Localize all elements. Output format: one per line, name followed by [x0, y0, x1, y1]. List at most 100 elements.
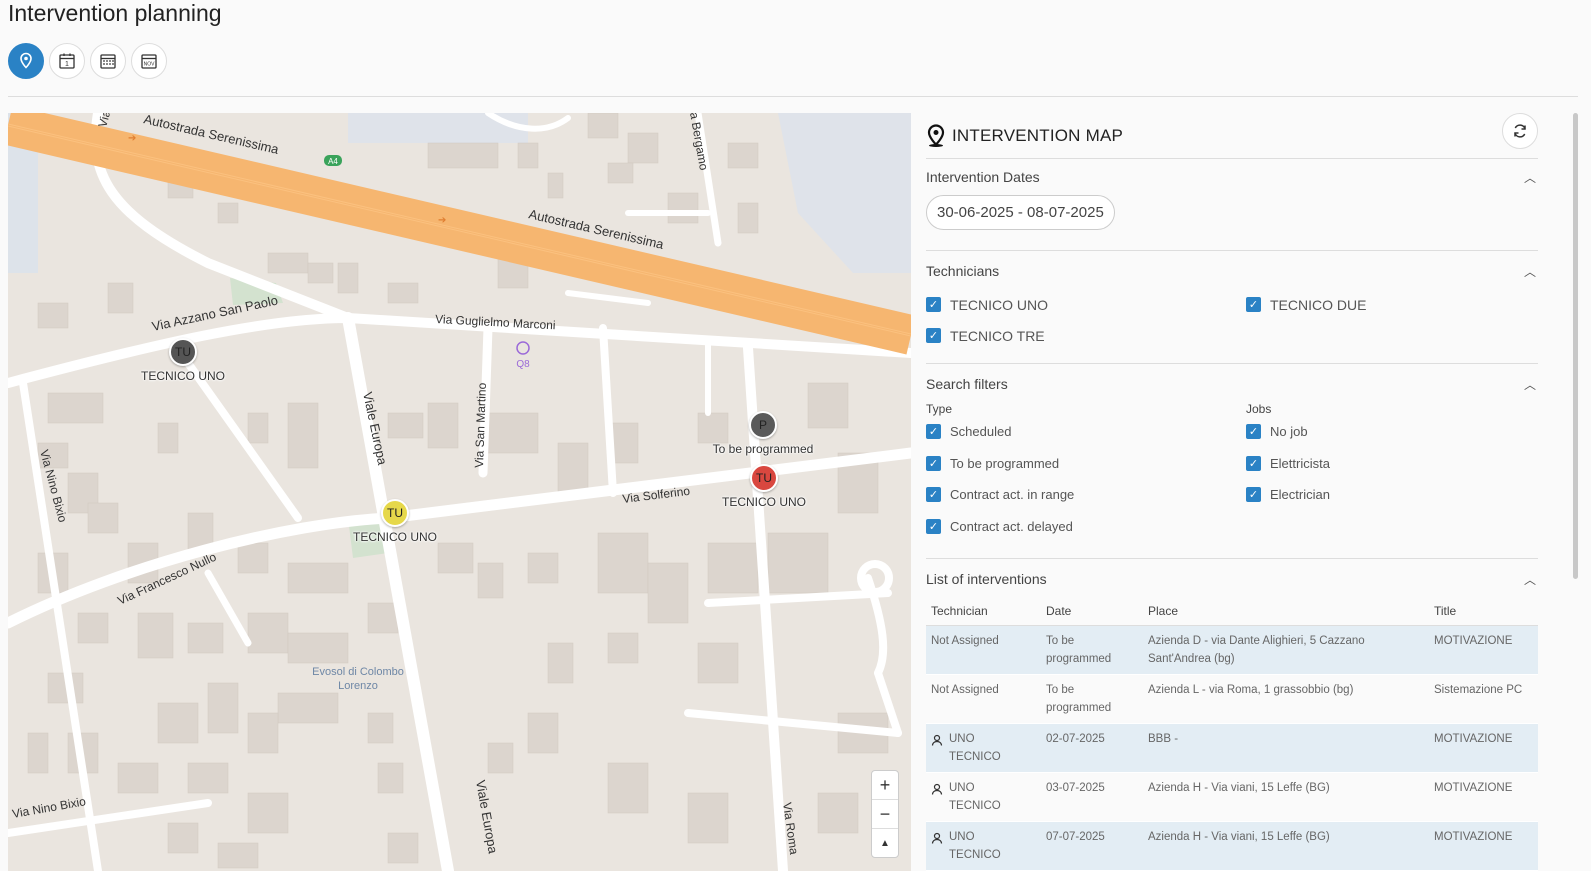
technician-checkbox[interactable]: ✓ TECNICO UNO — [926, 289, 1246, 320]
svg-text:Q8: Q8 — [516, 359, 530, 370]
chevron-up-icon: ︿ — [1523, 377, 1536, 392]
title-cell: Sistemazione PC — [1429, 674, 1538, 724]
refresh-icon — [1514, 124, 1526, 138]
check-icon: ✓ — [926, 297, 941, 312]
map-pin-icon — [20, 52, 32, 69]
dates-section: Intervention Dates ︿ 30-06-2025 - 08-07-… — [926, 159, 1538, 251]
street-label: Via Nino Bixio — [11, 794, 87, 821]
week-view-button[interactable] — [90, 43, 126, 79]
technician-checkbox[interactable]: ✓ TECNICO DUE — [1246, 289, 1536, 320]
intervention-panel: INTERVENTION MAP Intervention Dates ︿ 30… — [926, 113, 1538, 871]
technician-checkbox[interactable]: ✓ TECNICO TRE — [926, 320, 1246, 351]
section-title: List of interventions — [926, 571, 1047, 587]
table-row[interactable]: Not Assigned To be programmed Azienda D … — [926, 625, 1538, 675]
panel-header: INTERVENTION MAP — [926, 113, 1538, 159]
check-icon: ✓ — [1246, 297, 1261, 312]
calendar-month-icon — [100, 54, 116, 69]
place-cell: Azienda H - Via viani, 15 Leffe (BG) — [1143, 772, 1429, 822]
job-checkbox[interactable]: ✓ No job — [1246, 416, 1536, 448]
column-header[interactable]: Title — [1429, 597, 1538, 626]
date-cell: 03-07-2025 — [1041, 772, 1143, 822]
day-view-button[interactable]: 1 — [49, 43, 85, 79]
svg-text:1: 1 — [65, 61, 69, 68]
marker-label: To be programmed — [712, 442, 814, 456]
calendar-nov-icon: NOV — [141, 54, 157, 69]
type-checkbox[interactable]: ✓ To be programmed — [926, 448, 1246, 480]
panel-scrollbar[interactable] — [1573, 113, 1578, 579]
user-icon — [931, 832, 943, 844]
table-row[interactable]: UNO TECNICO 02-07-2025 BBB - MOTIVAZIONE — [926, 723, 1538, 773]
table-row[interactable]: Not Assigned To be programmed Azienda L … — [926, 674, 1538, 724]
column-header[interactable]: Date — [1041, 597, 1143, 626]
check-icon: ✓ — [926, 487, 941, 503]
map-view-button[interactable] — [8, 43, 44, 79]
type-checkbox[interactable]: ✓ Contract act. in range — [926, 479, 1246, 511]
autostrada-label: Autostrada Serenissima — [527, 206, 666, 252]
place-cell: Azienda D - via Dante Alighieri, 5 Cazza… — [1143, 625, 1429, 675]
section-title: Technicians — [926, 263, 1000, 279]
date-cell: To be programmed — [1041, 625, 1143, 675]
map[interactable]: ➔ ➔ Autostrada Serenissima Autostrada Ser… — [8, 113, 911, 871]
job-checkbox[interactable]: ✓ Electrician — [1246, 479, 1536, 511]
interventions-section-header[interactable]: List of interventions ︿ — [926, 561, 1538, 597]
date-cell: 07-07-2025 — [1041, 821, 1143, 871]
a4-shield: A4 — [324, 155, 342, 166]
job-checkbox[interactable]: ✓ Elettricista — [1246, 448, 1536, 480]
table-row[interactable]: UNO TECNICO 07-07-2025 Azienda H - Via v… — [926, 821, 1538, 871]
column-header[interactable]: Technician — [926, 597, 1041, 626]
intervention-marker[interactable]: TU — [381, 499, 409, 527]
technicians-section-header[interactable]: Technicians ︿ — [926, 253, 1538, 289]
chevron-up-icon: ︿ — [1523, 264, 1536, 279]
intervention-marker[interactable]: TU — [169, 338, 197, 366]
street-label: Viale Europa — [360, 391, 390, 467]
marker-label: TECNICO UNO — [722, 495, 806, 509]
fuel-station-icon: Q8 — [516, 341, 530, 370]
poi-label: Evosol di Colombo Lorenzo — [312, 666, 404, 692]
intervention-marker[interactable]: P — [749, 411, 777, 439]
section-title: Intervention Dates — [926, 169, 1040, 185]
marker-label: TECNICO UNO — [353, 530, 437, 544]
type-label: Type — [926, 402, 953, 416]
check-icon: ✓ — [926, 328, 941, 343]
technician-cell: UNO TECNICO — [926, 723, 1041, 773]
month-view-button[interactable]: NOV — [131, 43, 167, 79]
interventions-table: Technician Date Place Title Not Assigned… — [926, 597, 1538, 871]
section-title: Search filters — [926, 376, 1008, 392]
interventions-section: List of interventions ︿ Technician Date … — [926, 561, 1538, 871]
zoom-in-button[interactable]: + — [872, 771, 898, 800]
reset-north-button[interactable]: ▲ — [872, 829, 898, 857]
check-icon: ✓ — [926, 424, 941, 440]
view-switcher: 1 NOV — [8, 43, 167, 79]
date-range-input[interactable]: 30-06-2025 - 08-07-2025 — [926, 195, 1115, 230]
technicians-section: Technicians ︿ ✓ TECNICO UNO ✓ TECNICO DUE … — [926, 253, 1538, 364]
street-label: Via Azzano San Paolo — [151, 293, 280, 334]
svg-text:A4: A4 — [328, 157, 338, 166]
map-labels: Autostrada Serenissima Autostrada Sereni… — [11, 113, 801, 856]
type-checkbox[interactable]: ✓ Contract act. delayed — [926, 511, 1246, 543]
place-cell: Azienda H - Via viani, 15 Leffe (BG) — [1143, 821, 1429, 871]
column-header[interactable]: Place — [1143, 597, 1429, 626]
zoom-out-button[interactable]: − — [872, 800, 898, 829]
street-label: Via Francesco Nullo — [115, 550, 218, 608]
intervention-marker[interactable]: TU — [750, 464, 778, 492]
street-label: Via Guglielmo Marconi — [435, 312, 556, 332]
check-icon: ✓ — [1246, 487, 1261, 503]
type-checkbox[interactable]: ✓ Scheduled — [926, 416, 1246, 448]
check-icon: ✓ — [1246, 455, 1261, 471]
calendar-day-icon: 1 — [59, 53, 75, 69]
date-cell: 02-07-2025 — [1041, 723, 1143, 773]
dates-section-header[interactable]: Intervention Dates ︿ — [926, 159, 1538, 195]
panel-title: INTERVENTION MAP — [952, 125, 1124, 145]
refresh-button[interactable] — [1502, 113, 1538, 149]
table-row[interactable]: UNO TECNICO 03-07-2025 Azienda H - Via v… — [926, 772, 1538, 822]
technician-cell: Not Assigned — [926, 674, 1041, 724]
check-icon: ✓ — [926, 518, 941, 534]
user-icon — [931, 783, 943, 795]
place-cell: Azienda L - via Roma, 1 grassobbio (bg) — [1143, 674, 1429, 724]
technician-cell: UNO TECNICO — [926, 821, 1041, 871]
street-label: Via San Martino — [472, 382, 489, 468]
place-cell: BBB - — [1143, 723, 1429, 773]
title-cell: MOTIVAZIONE — [1429, 723, 1538, 773]
map-pin-icon — [927, 123, 945, 147]
title-cell: MOTIVAZIONE — [1429, 772, 1538, 822]
